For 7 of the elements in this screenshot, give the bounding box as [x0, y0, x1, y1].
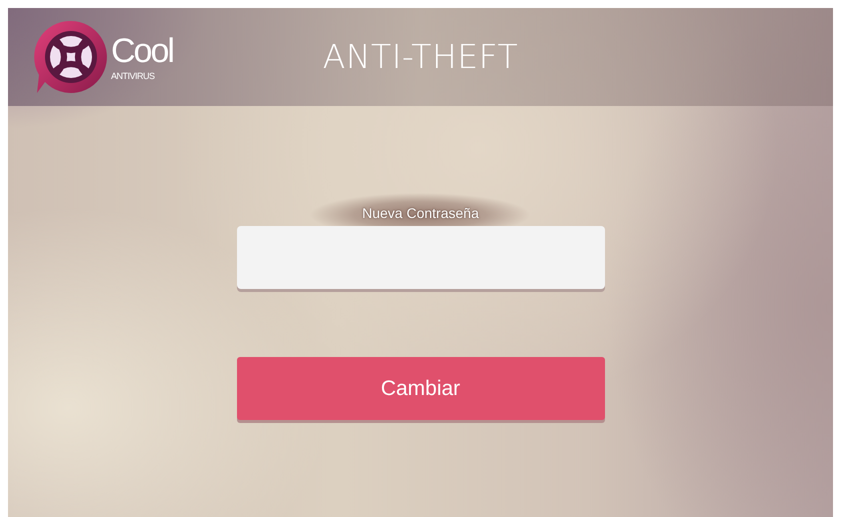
field-label: Nueva Contraseña — [362, 205, 479, 222]
page-title: ANTI-THEFT — [322, 36, 518, 76]
logo-tagline: ANTIVIRUS — [111, 71, 155, 82]
password-field[interactable] — [236, 226, 604, 289]
submit-button[interactable]: Cambiar — [236, 357, 604, 420]
logo-icon — [33, 19, 109, 95]
logo-name: Cool — [111, 32, 173, 72]
